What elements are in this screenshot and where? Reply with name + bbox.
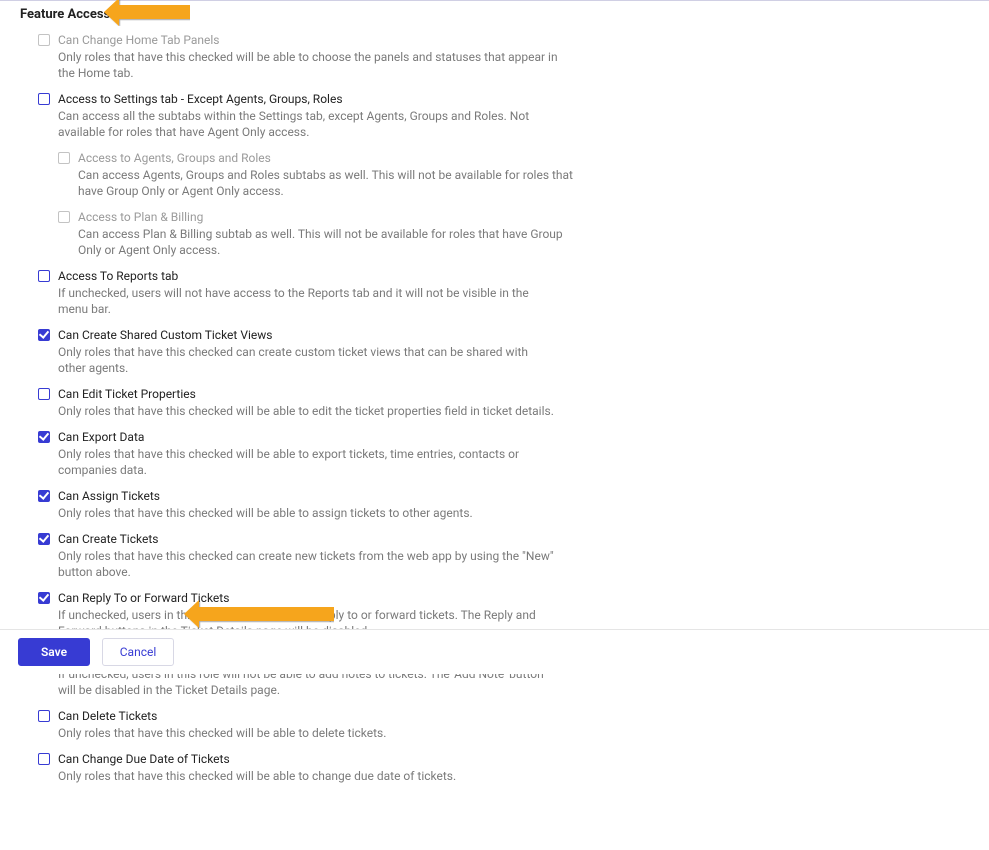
permission-checkbox[interactable]: [38, 329, 50, 341]
permission-label: Access to Agents, Groups and Roles: [78, 151, 578, 165]
permission-description: Can access Agents, Groups and Roles subt…: [78, 167, 578, 199]
permission-label: Can Create Tickets: [58, 532, 558, 546]
permission-checkbox[interactable]: [38, 270, 50, 282]
checkbox-wrapper: [58, 211, 70, 223]
permission-texts: Can Change Home Tab Panels Only roles tha…: [58, 33, 558, 81]
permission-row: Can Delete Tickets Only roles that have t…: [38, 704, 989, 741]
permission-row: Access to Plan & Billing Can access Plan …: [58, 205, 989, 258]
permission-row: Can Export Data Only roles that have this…: [38, 425, 989, 478]
permission-description: Only roles that have this checked will b…: [58, 446, 558, 478]
permission-texts: Can Export Data Only roles that have this…: [58, 430, 558, 478]
permission-label: Can Export Data: [58, 430, 558, 444]
permission-description: If unchecked, users will not have access…: [58, 285, 558, 317]
permission-row: Can Create Shared Custom Ticket Views Onl…: [38, 323, 989, 376]
checkbox-wrapper: [38, 710, 50, 722]
permission-texts: Access to Plan & Billing Can access Plan …: [78, 210, 578, 258]
permission-row: Access To Reports tab If unchecked, users…: [38, 264, 989, 317]
permission-label: Can Change Due Date of Tickets: [58, 752, 558, 766]
permission-description: Can access all the subtabs within the Se…: [58, 108, 558, 140]
permission-label: Can Assign Tickets: [58, 489, 558, 503]
permission-checkbox: [58, 211, 70, 223]
checkbox-wrapper: [38, 490, 50, 502]
permission-checkbox[interactable]: [38, 592, 50, 604]
permission-texts: Can Change Due Date of Tickets Only roles…: [58, 752, 558, 784]
permission-texts: Access to Agents, Groups and Roles Can ac…: [78, 151, 578, 199]
permission-row: Can Change Home Tab Panels Only roles tha…: [38, 28, 989, 81]
permission-texts: Can Create Tickets Only roles that have t…: [58, 532, 558, 580]
permission-description: Only roles that have this checked can cr…: [58, 548, 558, 580]
permission-label: Can Change Home Tab Panels: [58, 33, 558, 47]
checkbox-wrapper: [38, 329, 50, 341]
permission-row: Can Change Due Date of Tickets Only roles…: [38, 747, 989, 784]
permission-texts: Can Delete Tickets Only roles that have t…: [58, 709, 558, 741]
permission-texts: Access To Reports tab If unchecked, users…: [58, 269, 558, 317]
permission-texts: Can Create Shared Custom Ticket Views Onl…: [58, 328, 558, 376]
permission-checkbox: [38, 34, 50, 46]
permission-row: Can Edit Ticket Properties Only roles tha…: [38, 382, 989, 419]
checkbox-wrapper: [38, 388, 50, 400]
permission-row: Can Create Tickets Only roles that have t…: [38, 527, 989, 580]
permission-texts: Access to Settings tab - Except Agents, …: [58, 92, 558, 140]
permission-description: Only roles that have this checked will b…: [58, 49, 558, 81]
permission-row: Access to Settings tab - Except Agents, …: [38, 87, 989, 140]
permission-checkbox[interactable]: [38, 490, 50, 502]
permission-row: Can Assign Tickets Only roles that have t…: [38, 484, 989, 521]
footer: Save Cancel: [0, 629, 989, 674]
permission-checkbox[interactable]: [38, 431, 50, 443]
permission-label: Can Edit Ticket Properties: [58, 387, 558, 401]
permission-label: Can Reply To or Forward Tickets: [58, 591, 558, 605]
permission-description: Only roles that have this checked can cr…: [58, 344, 558, 376]
checkbox-wrapper: [38, 753, 50, 765]
section-title: Feature Access:: [0, 5, 114, 22]
checkbox-wrapper: [38, 34, 50, 46]
save-button[interactable]: Save: [18, 638, 90, 666]
permission-checkbox[interactable]: [38, 93, 50, 105]
checkbox-wrapper: [38, 93, 50, 105]
cancel-button[interactable]: Cancel: [102, 638, 174, 666]
permission-description: Only roles that have this checked will b…: [58, 505, 558, 521]
permission-checkbox[interactable]: [38, 388, 50, 400]
permission-label: Access To Reports tab: [58, 269, 558, 283]
permission-row: Access to Agents, Groups and Roles Can ac…: [58, 146, 989, 199]
permission-checkbox[interactable]: [38, 710, 50, 722]
permission-label: Can Create Shared Custom Ticket Views: [58, 328, 558, 342]
permission-checkbox: [58, 152, 70, 164]
permission-texts: Can Edit Ticket Properties Only roles tha…: [58, 387, 558, 419]
checkbox-wrapper: [38, 431, 50, 443]
permission-description: Can access Plan & Billing subtab as well…: [78, 226, 578, 258]
permission-description: Only roles that have this checked will b…: [58, 403, 558, 419]
permission-texts: Can Assign Tickets Only roles that have t…: [58, 489, 558, 521]
page: Feature Access: Can Change Home Tab Pane…: [0, 0, 989, 674]
permission-label: Access to Settings tab - Except Agents, …: [58, 92, 558, 106]
checkbox-wrapper: [38, 592, 50, 604]
permission-checkbox[interactable]: [38, 753, 50, 765]
checkbox-wrapper: [38, 270, 50, 282]
permission-description: Only roles that have this checked will b…: [58, 725, 558, 741]
content: Feature Access: Can Change Home Tab Pane…: [0, 1, 989, 850]
checkbox-wrapper: [38, 533, 50, 545]
permission-label: Can Delete Tickets: [58, 709, 558, 723]
permission-checkbox[interactable]: [38, 533, 50, 545]
permission-description: Only roles that have this checked will b…: [58, 768, 558, 784]
permission-label: Access to Plan & Billing: [78, 210, 578, 224]
checkbox-wrapper: [58, 152, 70, 164]
